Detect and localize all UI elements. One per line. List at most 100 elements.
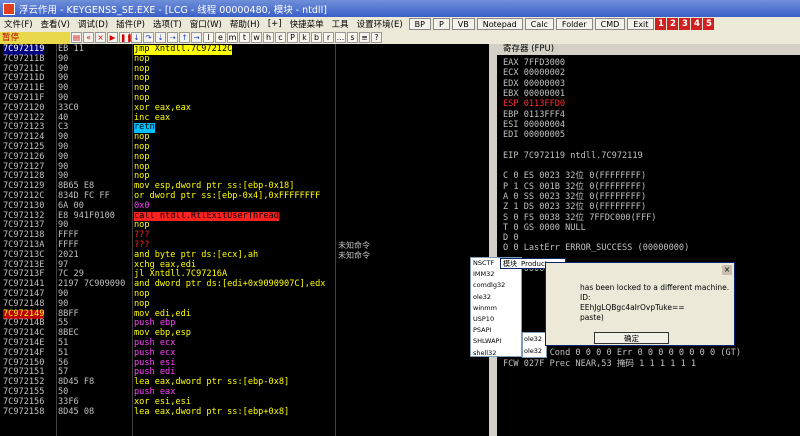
menu-item[interactable]: 查看(V) [37, 18, 74, 30]
view-button[interactable]: l [203, 32, 214, 43]
quick-button-cmd[interactable]: CMD [594, 18, 626, 30]
close-icon[interactable]: × [95, 32, 106, 43]
list-icon[interactable]: ≡ [359, 32, 370, 43]
register-line[interactable]: EBX 00000001 [503, 89, 565, 99]
disassembly-pane[interactable]: 7C972119 EB 11 jmp Xntdll.7C97212C 7C97211B… [0, 44, 489, 436]
quick-button-calc[interactable]: Calc [524, 18, 554, 30]
quick-button-p[interactable]: P [432, 18, 450, 30]
view-button[interactable]: c [275, 32, 286, 43]
step-over-icon[interactable]: ↷ [143, 32, 154, 43]
view-button[interactable]: t [239, 32, 250, 43]
view-button[interactable]: ... [335, 32, 346, 43]
register-line[interactable]: Z 1 DS 0023 32位 0(FFFFFFFF) [503, 202, 646, 212]
menu-item[interactable]: [+] [264, 19, 286, 29]
disasm-row[interactable]: 7C97211D 90 nop [0, 74, 489, 84]
list-item[interactable]: shell32 [471, 348, 521, 357]
register-line[interactable]: D 0 [503, 233, 519, 243]
tab-0[interactable]: 模块 [501, 259, 519, 268]
view-button[interactable]: P [287, 32, 298, 43]
quick-button-folder[interactable]: Folder [555, 18, 593, 30]
quick-button-vb[interactable]: VB [451, 18, 475, 30]
goto-icon[interactable]: → [191, 32, 202, 43]
menu-item[interactable]: 窗口(W) [186, 18, 226, 30]
disasm-row[interactable]: 7C972150 56 push esi [0, 358, 489, 369]
register-line[interactable]: EDX 00000003 [503, 79, 565, 89]
view-button[interactable]: w [251, 32, 262, 43]
disasm-row[interactable]: 7C97213C 2021 and byte ptr ds:[ecx],ah 未知命令 [0, 250, 489, 261]
quick-button-notepad[interactable]: Notepad [476, 18, 523, 30]
close-icon[interactable]: × [722, 265, 732, 275]
list-item[interactable]: PSAPI [471, 325, 521, 336]
view-button[interactable]: h [263, 32, 274, 43]
disasm-row[interactable]: 7C97214C 8BEC mov ebp,esp [0, 328, 489, 339]
execute-till-return-icon[interactable]: ↑ [179, 32, 190, 43]
menu-item[interactable]: 设置环境(E) [353, 18, 407, 30]
list-item[interactable]: comdlg32 [471, 280, 521, 291]
disasm-row[interactable]: 7C972132 E8 941F0100 call ntdll.RtlExitUse… [0, 211, 489, 222]
module-list-secondary[interactable]: ole32 ole32 [522, 332, 547, 358]
disasm-row[interactable]: 7C972152 8D45 F8 lea eax,dword ptr ss:[ebp… [0, 377, 489, 388]
open-icon[interactable]: ▤ [71, 32, 82, 43]
trace-over-icon[interactable]: ⇢ [167, 32, 178, 43]
menu-item[interactable]: 快捷菜单 [286, 18, 328, 30]
menu-item[interactable]: 帮助(H) [226, 18, 264, 30]
number-button[interactable]: 1 [655, 18, 667, 30]
disasm-row[interactable]: 7C972120 33C0 xor eax,eax [0, 103, 489, 114]
disasm-row[interactable]: 7C972126 90 nop [0, 152, 489, 163]
disasm-row[interactable]: 7C972141 2197 7C909090 and dword ptr ds:[e… [0, 279, 489, 290]
list-item[interactable]: ole32 [523, 345, 546, 357]
register-line[interactable]: C 0 ES 0023 32位 0(FFFFFFFF) [503, 171, 646, 181]
number-button[interactable]: 3 [679, 18, 691, 30]
register-line[interactable]: EIP 7C972119 ntdll.7C972119 [503, 151, 643, 161]
trace-into-icon[interactable]: ⇣ [155, 32, 166, 43]
register-line[interactable]: P 1 CS 001B 32位 0(FFFFFFFF) [503, 182, 646, 192]
quick-button-exit[interactable]: Exit [627, 18, 655, 30]
number-button[interactable]: 2 [667, 18, 679, 30]
register-line[interactable]: EDI 00000005 [503, 130, 565, 140]
list-item[interactable]: winmm [471, 303, 521, 314]
step-into-icon[interactable]: ↓ [131, 32, 142, 43]
pause-icon[interactable]: ❚❚ [119, 32, 133, 43]
disasm-row[interactable]: 7C972122 40 inc eax [0, 113, 489, 124]
disasm-row[interactable]: 7C97211C 90 nop [0, 64, 489, 75]
disasm-row[interactable]: 7C972124 90 nop [0, 132, 489, 143]
number-button[interactable]: 4 [691, 18, 703, 30]
disasm-row[interactable]: 7C972158 8D45 08 lea eax,dword ptr ss:[ebp… [0, 407, 489, 418]
view-button[interactable]: b [311, 32, 322, 43]
register-line[interactable]: S 0 FS 0038 32位 7FFDC000(FFF) [503, 213, 656, 223]
list-item[interactable]: SHLWAPI [471, 336, 521, 347]
registers-pane[interactable]: 寄存器 (FPU) EAX 7FFD3000 ECX 00000002 EDX 00… [489, 44, 800, 436]
disasm-row[interactable]: 7C97214E 51 push ecx [0, 338, 489, 349]
menu-item[interactable]: 文件(F) [0, 18, 37, 30]
module-list[interactable]: NSCTF IMM32 comdlg32 ole32 winmm USP10 PSAPI SH… [470, 257, 522, 357]
menu-item[interactable]: 调试(D) [74, 18, 112, 30]
disasm-row[interactable]: 7C97214F 51 push ecx [0, 348, 489, 359]
disasm-row[interactable]: 7C972127 90 nop [0, 162, 489, 173]
register-line[interactable]: T 0 GS 0000 NULL [503, 223, 586, 233]
disasm-row[interactable]: 7C97211B 90 nop [0, 54, 489, 65]
disasm-row[interactable]: 7C972123 C3 retn [0, 123, 489, 134]
register-line[interactable]: ESI 00000004 [503, 120, 565, 130]
view-button[interactable]: s [347, 32, 358, 43]
disasm-row[interactable]: 7C97211E 90 nop [0, 83, 489, 94]
ok-button[interactable]: 确定 [594, 332, 669, 344]
list-item[interactable]: ole32 [471, 292, 521, 303]
registers-scrollbar[interactable] [489, 55, 497, 436]
view-button[interactable]: m [227, 32, 238, 43]
register-line[interactable]: ESP 0113FFD0 [503, 99, 565, 109]
view-button[interactable]: e [215, 32, 226, 43]
run-icon[interactable]: ▶ [107, 32, 118, 43]
disasm-row[interactable]: 7C972125 90 nop [0, 142, 489, 153]
disasm-row[interactable]: 7C972149 8BFF mov edi,edi [0, 309, 489, 320]
register-line[interactable]: EBP 0113FFF4 [503, 110, 565, 120]
number-button[interactable]: 5 [703, 18, 715, 30]
menu-item[interactable]: 选项(T) [149, 18, 186, 30]
register-line[interactable]: O 0 LastErr ERROR_SUCCESS (00000000) [503, 243, 689, 253]
quick-button-bp[interactable]: BP [408, 18, 431, 30]
menu-item[interactable]: 插件(P) [112, 18, 149, 30]
disasm-row[interactable]: 7C972119 EB 11 jmp Xntdll.7C97212C [0, 44, 489, 55]
list-item[interactable]: ole32 [523, 333, 546, 345]
restart-icon[interactable]: « [83, 32, 94, 43]
list-item[interactable]: USP10 [471, 314, 521, 325]
view-button[interactable]: r [323, 32, 334, 43]
